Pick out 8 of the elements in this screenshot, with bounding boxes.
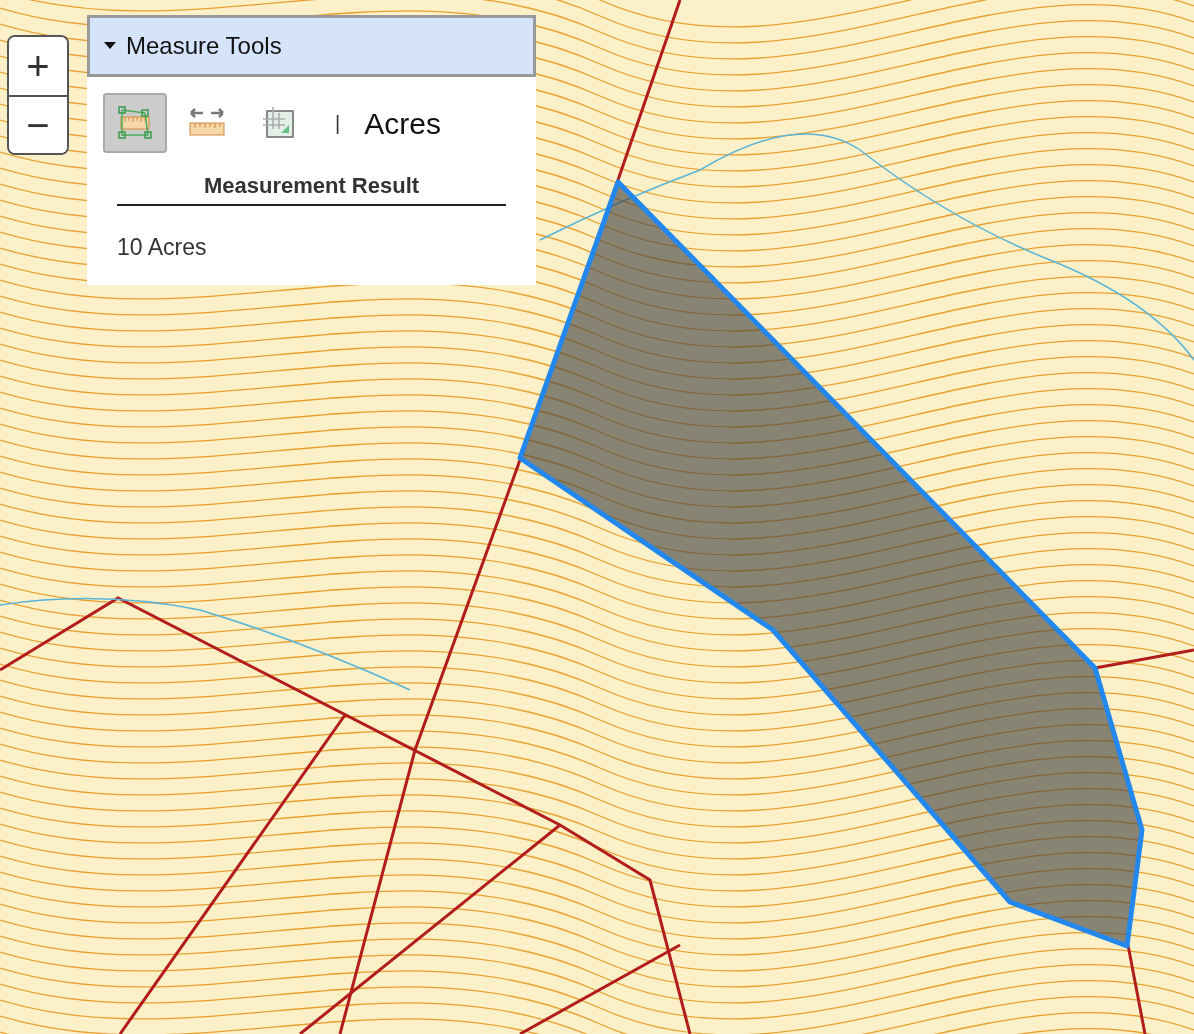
result-value: 10 Acres — [116, 233, 208, 262]
zoom-out-button[interactable]: − — [9, 95, 67, 153]
unit-label[interactable]: Acres — [364, 100, 441, 146]
panel-header[interactable]: Measure Tools — [87, 15, 536, 77]
measure-tool-button[interactable] — [103, 93, 167, 153]
area-ruler-icon — [115, 105, 155, 141]
separator: | — [335, 111, 341, 136]
result-heading: Measurement Result — [117, 169, 506, 206]
